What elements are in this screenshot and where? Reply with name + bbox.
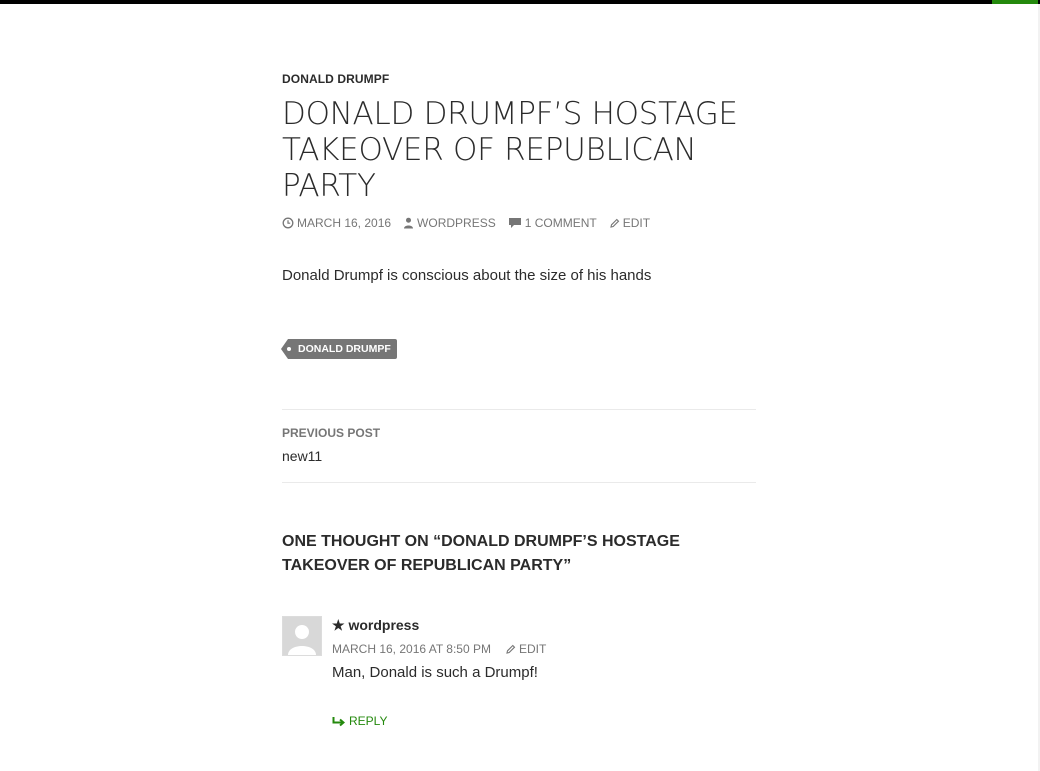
comment-date-link[interactable]: MARCH 16, 2016 AT 8:50 PM: [332, 642, 491, 656]
post-meta: MARCH 16, 2016 WORDPRESS 1 COMMENT EDIT: [282, 216, 662, 230]
previous-post-link[interactable]: new11: [282, 448, 322, 464]
previous-post-label: PREVIOUS POST: [282, 426, 381, 440]
post-comments-link[interactable]: 1 COMMENT: [508, 216, 597, 230]
post-author: WORDPRESS: [417, 216, 496, 230]
post-navigation: PREVIOUS POST new11: [282, 409, 756, 483]
avatar: [282, 616, 322, 656]
post-body: Donald Drumpf is conscious about the siz…: [282, 267, 652, 284]
clock-icon: [282, 217, 294, 229]
comment-author-name: wordpress: [348, 617, 420, 633]
search-toggle[interactable]: [992, 0, 1038, 4]
comment-author: ★ wordpress: [332, 617, 419, 634]
speech-bubble-icon: [508, 218, 521, 228]
tag-link[interactable]: DONALD DRUMPF: [281, 339, 397, 359]
post-date-link[interactable]: MARCH 16, 2016: [282, 216, 391, 230]
category-link[interactable]: DONALD DRUMPF: [282, 72, 389, 86]
pencil-icon: [506, 644, 516, 654]
person-icon: [404, 217, 414, 229]
post-date: MARCH 16, 2016: [297, 216, 392, 230]
reply-label: REPLY: [349, 714, 388, 728]
reply-button[interactable]: REPLY: [332, 714, 387, 728]
post-author-link[interactable]: WORDPRESS: [403, 216, 496, 230]
post-comments-count: 1 COMMENT: [524, 216, 597, 230]
comment-meta: MARCH 16, 2016 AT 8:50 PM EDIT: [332, 642, 560, 656]
comment-edit-label: EDIT: [518, 642, 547, 656]
post-title: DONALD DRUMPF’S HOSTAGE TAKEOVER OF REPU…: [282, 96, 738, 204]
post-edit-link[interactable]: EDIT: [609, 216, 650, 230]
pencil-icon: [610, 218, 620, 228]
post-edit-label: EDIT: [622, 216, 651, 230]
comment-edit-link[interactable]: EDIT: [505, 642, 546, 656]
comment-text: Man, Donald is such a Drumpf!: [332, 664, 538, 681]
default-avatar-icon: [283, 617, 321, 655]
site-top-bar: [0, 0, 1040, 4]
comments-title: ONE THOUGHT ON “DONALD DRUMPF’S HOSTAGE …: [282, 533, 680, 574]
star-icon: ★: [332, 617, 345, 633]
reply-arrow-icon: [332, 716, 345, 726]
